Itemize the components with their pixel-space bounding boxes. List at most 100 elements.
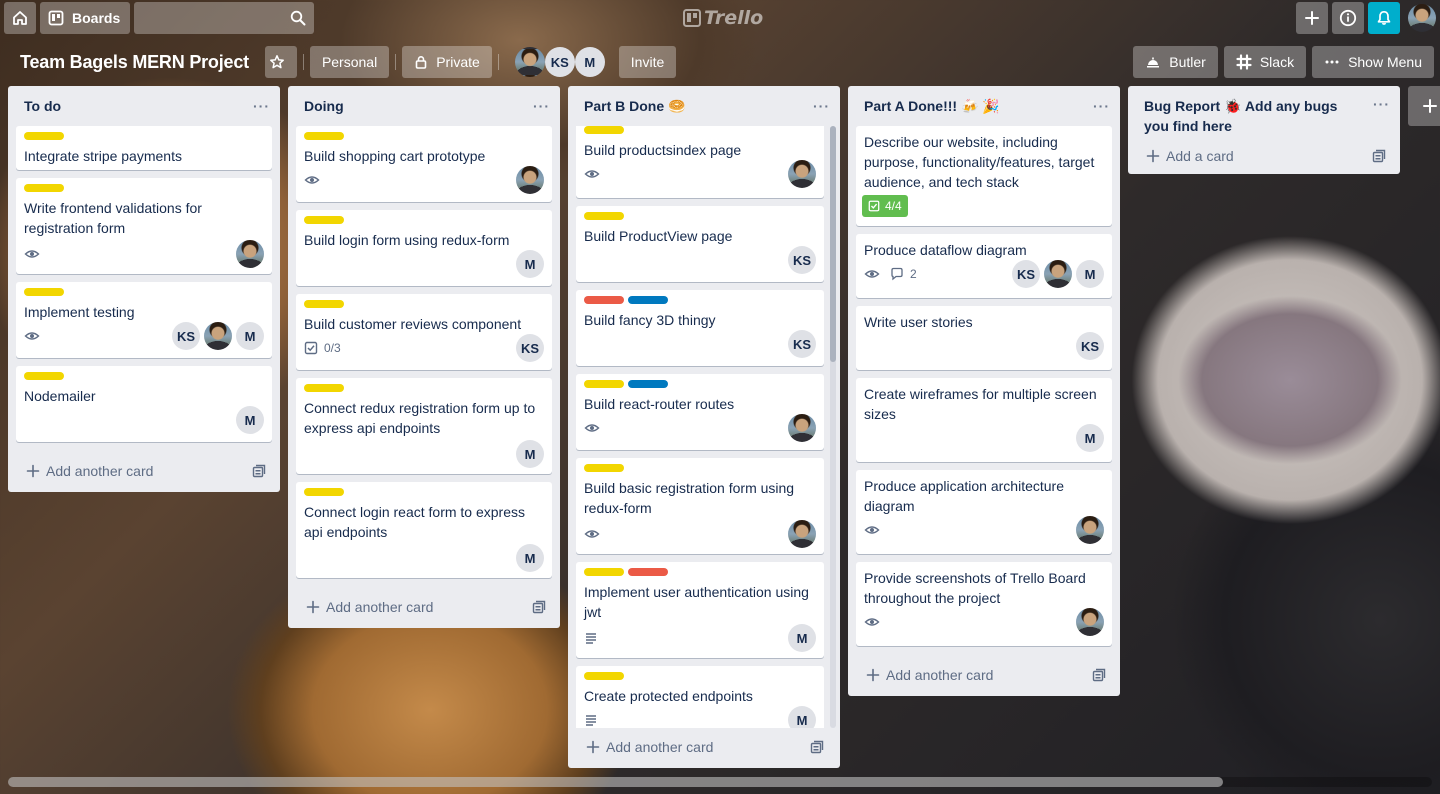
trello-logo[interactable]: Trello <box>683 6 763 30</box>
list-menu-icon[interactable]: ··· <box>1373 96 1390 112</box>
label-yellow[interactable] <box>584 672 624 680</box>
list-menu-icon[interactable]: ··· <box>253 98 270 114</box>
notifications-button[interactable] <box>1368 2 1400 34</box>
label-yellow[interactable] <box>304 300 344 308</box>
member-avatar[interactable] <box>1076 608 1104 636</box>
list-title[interactable]: To do <box>24 98 61 114</box>
label-yellow[interactable] <box>304 384 344 392</box>
label-yellow[interactable] <box>584 212 624 220</box>
list-title[interactable]: Bug Report 🐞 Add any bugs you find here <box>1144 96 1364 136</box>
list-header[interactable]: To do ··· <box>8 86 280 126</box>
info-button[interactable] <box>1332 2 1364 34</box>
label-yellow[interactable] <box>304 488 344 496</box>
label-yellow[interactable] <box>584 464 624 472</box>
member-avatar[interactable]: M <box>788 624 816 652</box>
template-icon[interactable] <box>1372 149 1386 163</box>
label-yellow[interactable] <box>584 126 624 134</box>
member-avatar[interactable]: M <box>1076 260 1104 288</box>
member-avatar[interactable]: M <box>788 706 816 728</box>
card[interactable]: Create wireframes for multiple screen si… <box>856 378 1112 462</box>
member-avatar[interactable] <box>788 414 816 442</box>
card[interactable]: Provide screenshots of Trello Board thro… <box>856 562 1112 646</box>
list-header[interactable]: Part B Done 🥯 ··· <box>568 86 840 126</box>
card[interactable]: Implement user authentication using jwt … <box>576 562 824 658</box>
member-avatar[interactable]: KS <box>172 322 200 350</box>
member-avatar[interactable] <box>1076 516 1104 544</box>
member-avatar[interactable] <box>788 160 816 188</box>
list-menu-icon[interactable]: ··· <box>1093 98 1110 114</box>
card[interactable]: Create protected endpoints M <box>576 666 824 728</box>
member-avatar[interactable]: KS <box>788 246 816 274</box>
member-avatar[interactable]: M <box>1076 424 1104 452</box>
add-card-button[interactable]: Add another card <box>26 463 153 479</box>
label-red[interactable] <box>584 296 624 304</box>
list-title[interactable]: Doing <box>304 98 344 114</box>
member-avatar[interactable]: KS <box>544 47 575 77</box>
member-avatar[interactable]: M <box>516 440 544 468</box>
card[interactable]: Connect login react form to express api … <box>296 482 552 578</box>
member-avatar[interactable] <box>1044 260 1072 288</box>
card[interactable]: Build shopping cart prototype <box>296 126 552 202</box>
show-menu-button[interactable]: Show Menu <box>1312 46 1434 78</box>
label-yellow[interactable] <box>24 184 64 192</box>
card[interactable]: Write user stories KS <box>856 306 1112 370</box>
search-field[interactable] <box>134 2 315 34</box>
member-avatar[interactable] <box>204 322 232 350</box>
member-avatar[interactable]: KS <box>788 330 816 358</box>
card[interactable]: Build login form using redux-form M <box>296 210 552 286</box>
member-avatar[interactable]: KS <box>1076 332 1104 360</box>
list-menu-icon[interactable]: ··· <box>533 98 550 114</box>
label-yellow[interactable] <box>24 132 64 140</box>
list-header[interactable]: Part A Done!!! 🍻 🎉 ··· <box>848 86 1120 126</box>
card[interactable]: Build ProductView page KS <box>576 206 824 282</box>
card[interactable]: Build fancy 3D thingy KS <box>576 290 824 366</box>
card[interactable]: Produce application architecture diagram <box>856 470 1112 554</box>
star-button[interactable] <box>264 46 297 78</box>
create-button[interactable] <box>1296 2 1328 34</box>
card[interactable]: Connect redux registration form up to ex… <box>296 378 552 474</box>
template-icon[interactable] <box>1092 668 1106 682</box>
list-scrollbar[interactable] <box>830 126 836 728</box>
list-title[interactable]: Part B Done 🥯 <box>584 98 685 115</box>
user-avatar[interactable] <box>1408 4 1436 32</box>
member-avatar[interactable]: M <box>236 322 264 350</box>
member-avatar[interactable] <box>236 240 264 268</box>
template-icon[interactable] <box>810 740 824 754</box>
card[interactable]: Integrate stripe payments <box>16 126 272 170</box>
member-avatar[interactable] <box>788 520 816 548</box>
card[interactable]: Produce dataflow diagram 2 KS M <box>856 234 1112 298</box>
board-scrollbar[interactable] <box>8 777 1432 787</box>
team-visibility-button[interactable]: Personal <box>309 46 390 78</box>
add-card-button[interactable]: Add another card <box>586 739 713 755</box>
label-blue[interactable] <box>628 296 668 304</box>
label-yellow[interactable] <box>304 132 344 140</box>
label-blue[interactable] <box>628 380 668 388</box>
member-avatar[interactable]: KS <box>516 334 544 362</box>
label-red[interactable] <box>628 568 668 576</box>
list-scrollbar-thumb[interactable] <box>830 126 836 362</box>
member-avatar[interactable]: M <box>516 544 544 572</box>
list-header[interactable]: Bug Report 🐞 Add any bugs you find here … <box>1128 86 1400 138</box>
card[interactable]: Build customer reviews component 0/3 KS <box>296 294 552 370</box>
template-icon[interactable] <box>532 600 546 614</box>
card[interactable]: Build basic registration form using redu… <box>576 458 824 554</box>
label-yellow[interactable] <box>584 380 624 388</box>
card[interactable]: Write frontend validations for registrat… <box>16 178 272 274</box>
member-avatar[interactable]: M <box>574 47 605 77</box>
member-avatar[interactable] <box>515 47 545 77</box>
slack-button[interactable]: Slack <box>1223 46 1307 78</box>
card[interactable]: Nodemailer M <box>16 366 272 442</box>
member-avatar[interactable]: M <box>236 406 264 434</box>
add-card-button[interactable]: Add another card <box>866 667 993 683</box>
member-avatar[interactable] <box>516 166 544 194</box>
label-yellow[interactable] <box>304 216 344 224</box>
label-yellow[interactable] <box>24 372 64 380</box>
template-icon[interactable] <box>252 464 266 478</box>
board-title[interactable]: Team Bagels MERN Project <box>20 52 249 73</box>
member-avatar[interactable]: KS <box>1012 260 1040 288</box>
list-title[interactable]: Part A Done!!! 🍻 🎉 <box>864 98 1000 115</box>
member-avatar[interactable]: M <box>516 250 544 278</box>
list-header[interactable]: Doing ··· <box>288 86 560 126</box>
card[interactable]: Implement testing KS M <box>16 282 272 358</box>
card[interactable]: Describe our website, including purpose,… <box>856 126 1112 226</box>
